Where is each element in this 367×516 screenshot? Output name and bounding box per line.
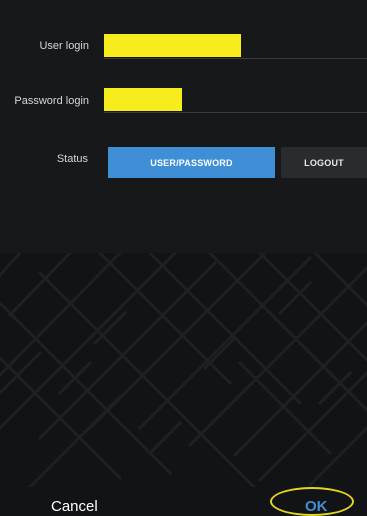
background-pattern	[0, 250, 367, 490]
user-login-field[interactable]	[104, 34, 367, 59]
password-login-label: Password login	[14, 95, 89, 107]
user-login-value-redacted	[104, 34, 241, 57]
status-logout-button[interactable]: LOGOUT	[281, 147, 367, 178]
ok-highlight-circle	[270, 487, 354, 516]
login-settings-panel: User login Password login Status USER/PA…	[0, 0, 367, 253]
status-user-password-button[interactable]: USER/PASSWORD	[108, 147, 275, 178]
cancel-button[interactable]: Cancel	[51, 498, 98, 515]
password-login-value-redacted	[104, 88, 182, 111]
user-login-label: User login	[39, 40, 89, 52]
status-label: Status	[56, 153, 88, 165]
maze-pattern-graphic	[0, 250, 367, 490]
password-login-field[interactable]	[104, 88, 367, 113]
